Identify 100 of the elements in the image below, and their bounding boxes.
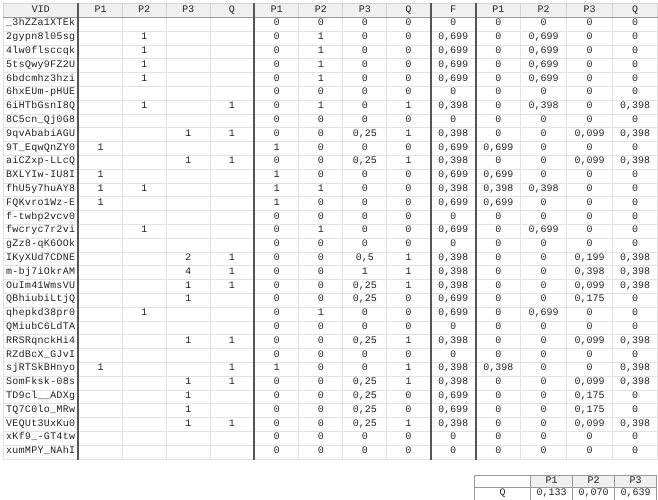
- table-cell: 1: [254, 183, 299, 197]
- table-cell: 0: [566, 224, 612, 238]
- table-cell: 0,398: [612, 362, 658, 376]
- table-cell: 0,25: [342, 128, 387, 142]
- column-header: P3: [166, 4, 210, 18]
- table-cell: 0: [566, 362, 612, 376]
- table-cell: 0: [520, 390, 566, 404]
- table-cell: 0: [520, 142, 566, 156]
- table-cell: 0: [298, 431, 343, 446]
- table-cell: 0,099: [566, 280, 612, 294]
- table-cell: 0: [254, 293, 299, 308]
- table-cell: 0,099: [566, 376, 612, 390]
- table-cell: 0: [254, 128, 299, 142]
- table-cell: 0: [254, 445, 299, 459]
- table-cell: 9T_EqwQnZY0: [4, 142, 78, 156]
- table-cell: 0: [566, 31, 612, 46]
- table-cell: 0: [476, 86, 521, 100]
- table-cell: 0: [476, 128, 521, 142]
- table-cell: 0: [298, 334, 343, 349]
- table-cell: 1: [386, 266, 431, 280]
- table-cell: 0,25: [342, 280, 387, 294]
- table-cell: 0,25: [342, 418, 387, 432]
- table-cell: 0,175: [566, 293, 612, 308]
- table-cell: 0: [566, 142, 612, 156]
- table-cell: 0: [298, 280, 343, 294]
- table-cell: 0,398: [430, 155, 476, 170]
- table-cell: 0: [298, 266, 343, 280]
- table-cell: 9qvAbabiAGU: [4, 128, 78, 142]
- table-cell: 0: [612, 445, 658, 459]
- table-cell: 0,699: [520, 45, 566, 59]
- table-cell: 1: [298, 45, 343, 59]
- table-cell: 1: [78, 183, 122, 197]
- table-cell: 0: [254, 210, 299, 224]
- table-cell: 0: [386, 293, 431, 308]
- table-cell: 0: [254, 307, 299, 322]
- table-cell: 0: [386, 307, 431, 322]
- table-cell: 8C5cn_Qj0G8: [4, 114, 78, 128]
- table-cell: 1: [166, 376, 210, 390]
- table-cell: 2gypn8l05sg: [4, 31, 78, 46]
- table-cell: 0: [476, 72, 521, 86]
- table-cell: 0,699: [430, 307, 476, 322]
- table-cell: 0,699: [520, 224, 566, 238]
- table-cell: 0: [298, 155, 343, 170]
- table-cell: 0: [342, 169, 387, 184]
- table-cell: 0: [612, 348, 658, 362]
- table-cell: 1: [122, 183, 166, 197]
- table-cell: 0: [476, 155, 521, 170]
- table-cell: 1: [386, 128, 431, 142]
- table-cell: 0: [520, 86, 566, 100]
- table-cell: 0: [612, 224, 658, 238]
- table-cell: 1: [210, 252, 254, 266]
- table-cell: 0: [566, 114, 612, 128]
- table-cell: gZz8-qK6OOk: [4, 238, 78, 252]
- table-cell: fwcryc7r2vi: [4, 224, 78, 238]
- table-cell: 0,398: [612, 280, 658, 294]
- table-cell: 0: [476, 307, 521, 322]
- table-cell: 1: [386, 252, 431, 266]
- table-cell: 0: [430, 18, 476, 32]
- table-cell: OuIm41WmsVU: [4, 280, 78, 294]
- table-cell: 1: [342, 266, 387, 280]
- table-cell: 0,699: [430, 58, 476, 73]
- table-cell: 0: [566, 72, 612, 86]
- table-cell: 6iHTbGsnI8Q: [4, 100, 78, 114]
- table-cell: xumMPY_NAhI: [4, 445, 78, 459]
- table-cell: 1: [298, 72, 343, 86]
- table-cell: 0: [566, 18, 612, 32]
- table-cell: 0: [386, 72, 431, 86]
- table-cell: FQKvro1Wz-E: [4, 196, 78, 211]
- table-cell: 0: [476, 252, 521, 266]
- table-cell: TQ7C0lo_MRw: [4, 404, 78, 418]
- column-header: P3: [614, 475, 656, 487]
- table-cell: 0,398: [430, 334, 476, 349]
- table-cell: 0: [342, 31, 387, 46]
- table-cell: 0: [566, 45, 612, 59]
- table-cell: 0: [342, 72, 387, 86]
- table-cell: 0: [298, 293, 343, 308]
- table-cell: 0,25: [342, 155, 387, 170]
- table-cell: 0: [520, 210, 566, 224]
- table-cell: f-twbp2vcv0: [4, 210, 78, 224]
- table-cell: 0: [476, 100, 521, 114]
- table-cell: 0,099: [566, 418, 612, 432]
- table-cell: 1: [298, 224, 343, 238]
- table-cell: 0: [612, 431, 658, 446]
- table-cell: 0: [254, 390, 299, 404]
- table-cell: 1: [386, 418, 431, 432]
- table-cell: 0,199: [566, 252, 612, 266]
- table-cell: 0,398: [612, 266, 658, 280]
- table-cell: 0,398: [430, 183, 476, 197]
- column-header: P2: [572, 475, 614, 487]
- table-cell: 1: [166, 128, 210, 142]
- table-cell: 0: [254, 321, 299, 335]
- table-cell: 0,398: [612, 155, 658, 170]
- table-cell: 0: [612, 58, 658, 73]
- table-cell: 0: [254, 45, 299, 59]
- table-cell: 1: [122, 100, 166, 114]
- table-cell: 0,699: [430, 169, 476, 184]
- table-cell: 0: [298, 445, 343, 459]
- table-cell: 0: [612, 86, 658, 100]
- table-cell: 0,699: [520, 307, 566, 322]
- table-cell: 0: [386, 169, 431, 184]
